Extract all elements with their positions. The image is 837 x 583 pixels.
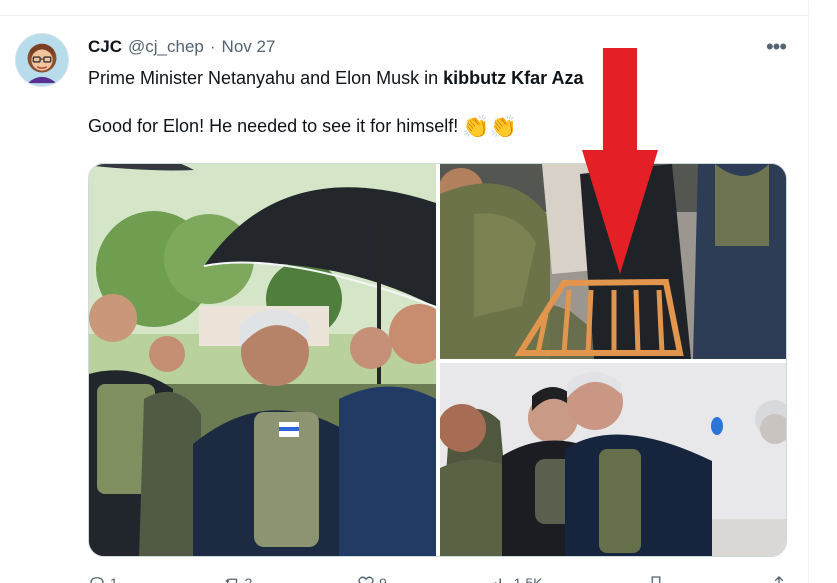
tweet-location-link[interactable]: kibbutz Kfar Aza — [443, 68, 583, 88]
tweet-text-spacer — [88, 90, 778, 114]
share-button[interactable] — [770, 574, 788, 583]
reply-count: 1 — [110, 575, 118, 583]
bookmark-icon — [647, 574, 665, 583]
bookmark-button[interactable] — [647, 574, 665, 583]
share-icon — [770, 574, 788, 583]
photo-umbrella-scene — [89, 164, 436, 556]
views-icon — [492, 574, 510, 583]
avatar-image — [16, 34, 68, 86]
like-button[interactable]: 9 — [357, 574, 387, 583]
retweet-button[interactable]: 2 — [223, 574, 253, 583]
tweet-text-message: Good for Elon! He needed to see it for h… — [88, 116, 459, 136]
views-button[interactable]: 1.5K — [492, 574, 543, 583]
tweet-text-prefix: Prime Minister Netanyahu and Elon Musk i… — [88, 68, 444, 88]
tweet-page: CJC @cj_chep · Nov 27 ••• Prime Minister… — [0, 0, 837, 583]
like-count: 9 — [379, 575, 387, 583]
top-divider — [0, 15, 810, 16]
tweet-text: Prime Minister Netanyahu and Elon Musk i… — [88, 66, 778, 138]
red-arrow-annotation — [582, 48, 658, 274]
photo-room-scene — [440, 363, 786, 556]
tweet-photo-1[interactable] — [89, 164, 436, 556]
author-handle[interactable]: @cj_chep — [128, 37, 204, 57]
retweet-count: 2 — [244, 575, 253, 583]
avatar[interactable] — [15, 33, 69, 87]
tweet-text-line-2: Good for Elon! He needed to see it for h… — [88, 114, 778, 138]
heart-icon — [357, 574, 375, 583]
tweet-photo-3[interactable] — [440, 363, 786, 556]
reply-button[interactable]: 1 — [88, 574, 118, 583]
views-count: 1.5K — [513, 575, 543, 583]
tweet-media-grid — [88, 163, 787, 557]
red-arrow-icon — [582, 48, 658, 274]
more-icon[interactable]: ••• — [757, 36, 795, 58]
clap-emoji: 👏👏 — [462, 114, 518, 139]
author-name[interactable]: CJC — [88, 37, 122, 57]
reply-icon — [88, 574, 106, 583]
tweet-date[interactable]: Nov 27 — [222, 37, 276, 57]
date-separator: · — [209, 37, 216, 56]
retweet-icon — [223, 574, 241, 583]
right-divider — [808, 0, 809, 583]
tweet-actions: 1 2 9 1.5K — [88, 571, 788, 583]
tweet-text-line-1: Prime Minister Netanyahu and Elon Musk i… — [88, 66, 778, 90]
tweet-header: CJC @cj_chep · Nov 27 — [88, 36, 275, 58]
